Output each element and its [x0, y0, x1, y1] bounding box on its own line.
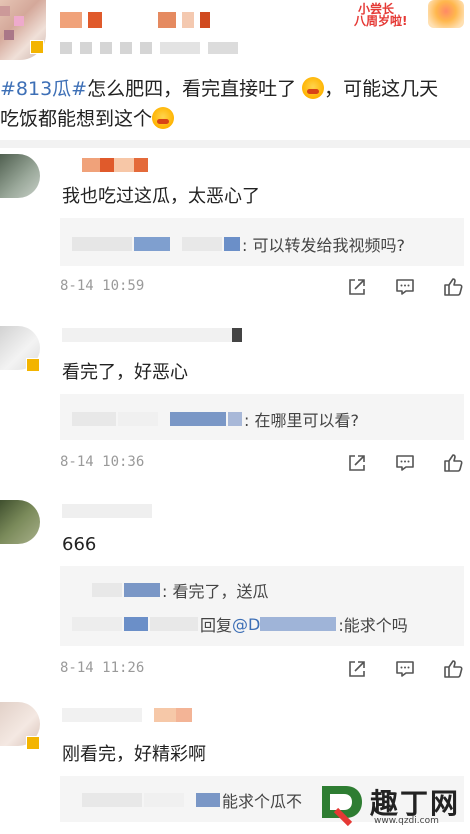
author-name-redacted[interactable] [60, 12, 210, 32]
comment-footer: 8-14 11:26 [60, 658, 464, 682]
anniversary-sticker: 小尝长 八周岁啦! [354, 0, 464, 28]
commenter-name-redacted[interactable] [62, 158, 148, 176]
comment-time: 8-14 11:26 [60, 660, 145, 676]
like-icon[interactable] [442, 658, 464, 680]
vip-badge [30, 40, 44, 54]
reply-text: :能求个吗 [338, 616, 408, 635]
comment-icon[interactable] [394, 276, 416, 298]
comment-text: 我也吃过这瓜，太恶心了 [62, 186, 260, 207]
comment-text: 刚看完，好精彩啊 [62, 744, 206, 765]
shocked-emoji-icon [152, 107, 175, 129]
comment-text: 看完了，好恶心 [62, 362, 188, 383]
vomit-emoji-icon [302, 77, 325, 99]
post-text-line2: 吃饭都能想到这个 [0, 108, 153, 130]
reply-box[interactable]: : 可以转发给我视频吗? [60, 218, 464, 266]
reply-item[interactable]: : 可以转发给我视频吗? [72, 232, 405, 256]
commenter-avatar[interactable] [0, 154, 40, 198]
sticker-line-2: 八周岁啦! [354, 14, 408, 28]
reply-item[interactable]: 能求个瓜不 [72, 788, 302, 812]
vip-badge [26, 736, 40, 750]
reply-mention[interactable]: @D [232, 615, 260, 634]
section-divider [0, 140, 470, 148]
share-icon[interactable] [346, 658, 368, 680]
comment-item: 看完了，好恶心 : 在哪里可以看? 8-14 10:36 [0, 318, 470, 483]
post-meta-redacted [60, 42, 238, 54]
reply-prefix: 回复 [200, 616, 233, 635]
post-header: 小尝长 八周岁啦! [0, 0, 470, 70]
reply-item[interactable]: : 在哪里可以看? [72, 407, 359, 431]
reply-box[interactable]: : 看完了，送瓜 回复 @D :能求个吗 [60, 566, 464, 646]
site-watermark: 趣丁网 www.qzdi.com [316, 780, 466, 830]
commenter-name-redacted[interactable] [62, 708, 192, 726]
reply-text: 能求个瓜不 [222, 792, 303, 811]
comment-time: 8-14 10:36 [60, 454, 145, 470]
commenter-name-redacted[interactable] [62, 328, 242, 346]
post-text-line1: 怎么肥四，看完直接吐了 [87, 78, 297, 100]
post-text-line1b: ，可能这几天 [324, 78, 439, 100]
comment-footer: 8-14 10:36 [60, 452, 464, 476]
reply-box[interactable]: : 在哪里可以看? [60, 394, 464, 440]
comment-icon[interactable] [394, 658, 416, 680]
reply-text: : 看完了，送瓜 [162, 582, 269, 601]
like-icon[interactable] [442, 276, 464, 298]
comment-time: 8-14 10:59 [60, 278, 145, 294]
comment-text: 666 [62, 534, 97, 555]
comment-footer: 8-14 10:59 [60, 276, 464, 300]
post-body: #813瓜#怎么肥四，看完直接吐了 ，可能这几天 吃饭都能想到这个 [0, 74, 470, 134]
reply-text: : 在哪里可以看? [244, 411, 359, 430]
sticker-decoration [428, 0, 464, 28]
like-icon[interactable] [442, 452, 464, 474]
reply-item[interactable]: : 看完了，送瓜 [72, 578, 268, 602]
watermark-url: www.qzdi.com [374, 816, 439, 826]
comment-icon[interactable] [394, 452, 416, 474]
post-hashtag[interactable]: #813瓜# [0, 78, 87, 100]
vip-badge [26, 358, 40, 372]
share-icon[interactable] [346, 276, 368, 298]
comment-item: 我也吃过这瓜，太恶心了 : 可以转发给我视频吗? 8-14 10:59 [0, 150, 470, 310]
comment-item: 666 : 看完了，送瓜 回复 @D :能求个吗 8-14 11:26 [0, 492, 470, 692]
share-icon[interactable] [346, 452, 368, 474]
watermark-logo-icon [322, 786, 362, 826]
commenter-avatar[interactable] [0, 500, 40, 544]
commenter-name-redacted[interactable] [62, 504, 152, 522]
reply-item[interactable]: 回复 @D :能求个吗 [72, 612, 408, 636]
reply-text: : 可以转发给我视频吗? [242, 236, 405, 255]
